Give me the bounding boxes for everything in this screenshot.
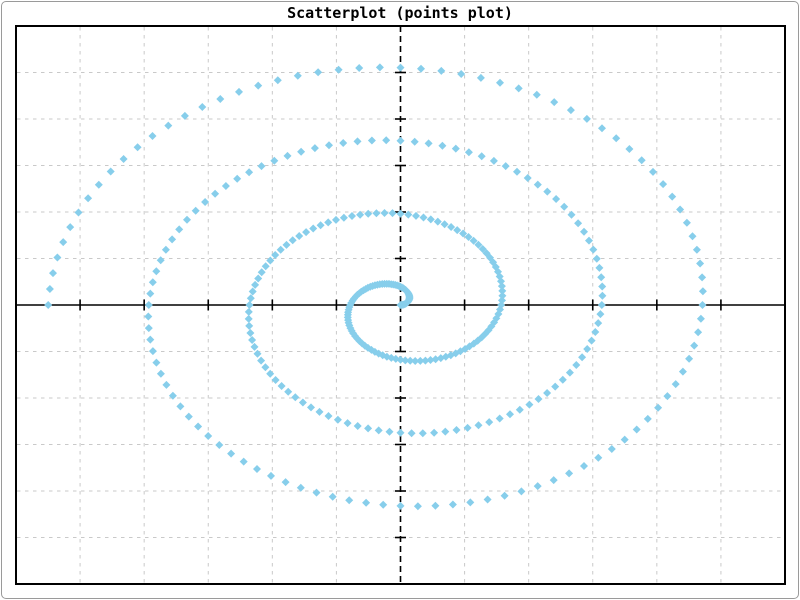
spiral-points <box>44 63 707 510</box>
chart-window: Scatterplot (points plot) <box>0 0 800 600</box>
scatter-chart <box>0 0 800 600</box>
